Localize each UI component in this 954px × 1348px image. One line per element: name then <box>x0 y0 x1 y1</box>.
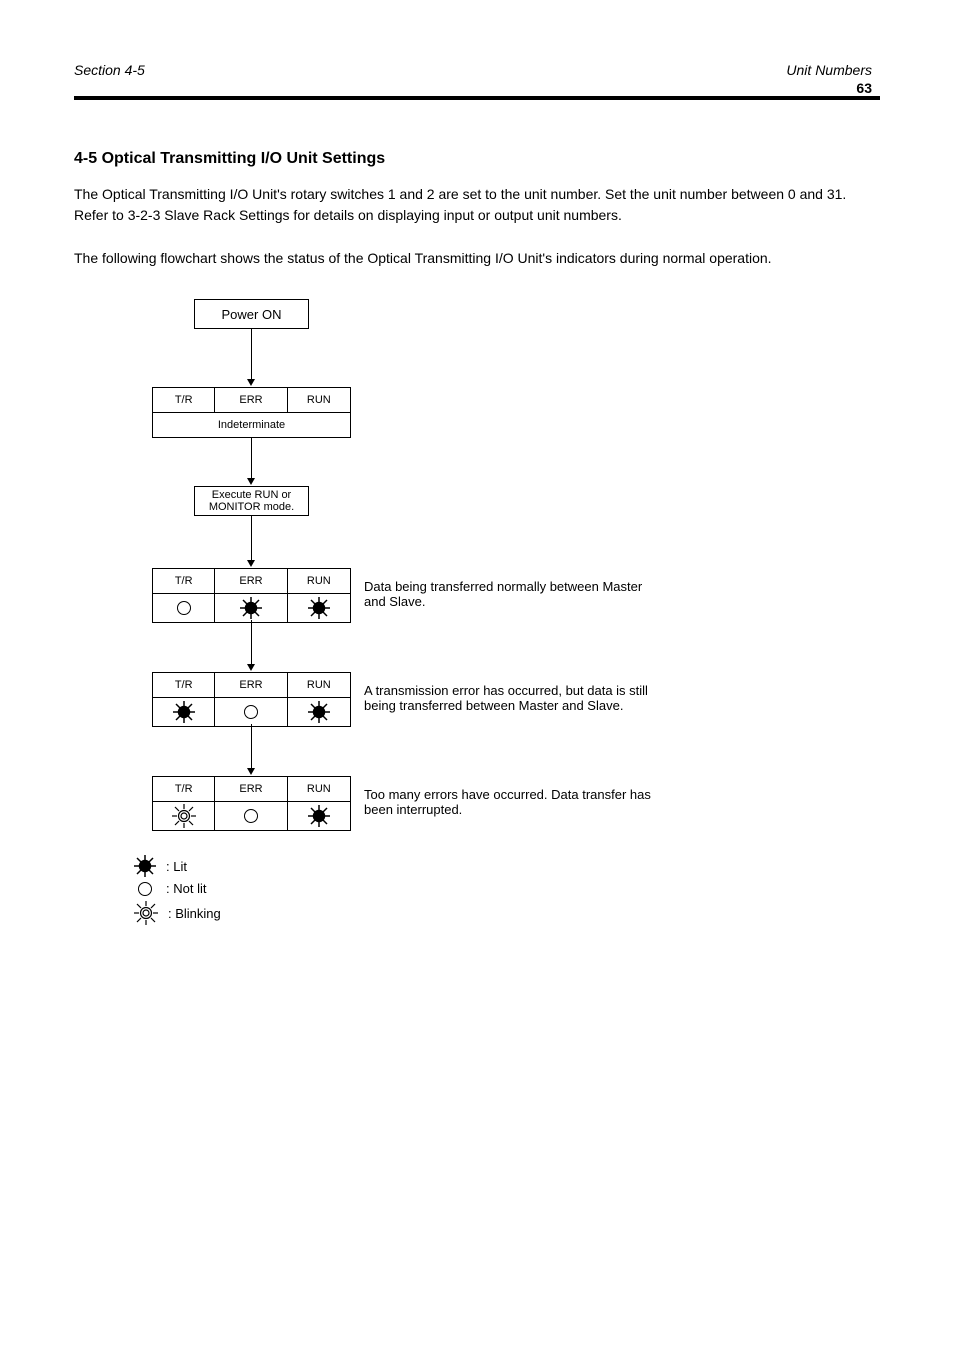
page-number: 63 <box>856 80 872 96</box>
arrow-head-icon <box>247 379 255 386</box>
page-heading: 4-5 Optical Transmitting I/O Unit Settin… <box>74 150 880 168</box>
led-on-icon <box>134 855 156 877</box>
t3-c3: RUN <box>288 673 350 697</box>
flow-side-4: Too many errors have occurred. Data tran… <box>364 787 651 817</box>
flow-run-box: Execute RUN or MONITOR mode. <box>194 486 309 516</box>
t3-i1 <box>153 698 215 726</box>
legend-off-label: : Not lit <box>166 881 206 896</box>
t4-c1: T/R <box>153 777 215 801</box>
flow-side-2: Data being transferred normally between … <box>364 579 642 609</box>
t3-i2 <box>215 698 287 726</box>
legend-on-label: : Lit <box>166 859 187 874</box>
t4-i1 <box>153 802 215 830</box>
led-on-icon <box>240 597 262 619</box>
led-on-icon <box>308 701 330 723</box>
t2-i1 <box>153 594 215 622</box>
t2-c1: T/R <box>153 569 215 593</box>
led-blink-icon <box>172 804 196 828</box>
flow-table-2: T/R ERR RUN <box>152 568 351 623</box>
flow-side-3: A transmission error has occurred, but d… <box>364 683 648 713</box>
header-right: Unit Numbers <box>786 62 872 78</box>
t4-i2 <box>215 802 287 830</box>
arrow <box>251 516 252 562</box>
led-on-icon <box>173 701 195 723</box>
arrow <box>251 724 252 770</box>
header-section: Section 4-5 <box>74 62 880 78</box>
t3-c2: ERR <box>215 673 287 697</box>
t3-i3 <box>288 698 350 726</box>
t4-c2: ERR <box>215 777 287 801</box>
legend-off: : Not lit <box>134 881 206 896</box>
flow-power-on-label: Power ON <box>222 307 282 322</box>
flow-table-4: T/R ERR RUN <box>152 776 351 831</box>
t1-c2: ERR <box>215 388 287 412</box>
t1-indeterminate: Indeterminate <box>153 413 350 437</box>
arrow <box>251 620 252 666</box>
arrow-head-icon <box>247 768 255 775</box>
t3-c1: T/R <box>153 673 215 697</box>
led-on-icon <box>308 597 330 619</box>
arrow <box>251 329 252 381</box>
t4-i3 <box>288 802 350 830</box>
flow-power-on-box: Power ON <box>194 299 309 329</box>
led-off-icon <box>244 705 258 719</box>
t2-i3 <box>288 594 350 622</box>
legend-on: : Lit <box>134 855 187 877</box>
arrow-head-icon <box>247 664 255 671</box>
arrow <box>251 437 252 480</box>
t1-c1: T/R <box>153 388 215 412</box>
led-on-icon <box>308 805 330 827</box>
arrow-head-icon <box>247 560 255 567</box>
t1-c3: RUN <box>288 388 350 412</box>
t2-c2: ERR <box>215 569 287 593</box>
legend-blink: : Blinking <box>134 901 221 925</box>
t2-c3: RUN <box>288 569 350 593</box>
led-off-icon <box>244 809 258 823</box>
intro-text: The Optical Transmitting I/O Unit's rota… <box>74 184 880 226</box>
legend-blink-label: : Blinking <box>168 906 221 921</box>
t2-i2 <box>215 594 287 622</box>
flow-intro-text: The following flowchart shows the status… <box>74 248 880 269</box>
t4-c3: RUN <box>288 777 350 801</box>
header-rule <box>74 96 880 100</box>
flow-run-label: Execute RUN or MONITOR mode. <box>195 489 308 513</box>
led-off-icon <box>138 882 152 896</box>
led-off-icon <box>177 601 191 615</box>
flow-table-3: T/R ERR RUN <box>152 672 351 727</box>
arrow-head-icon <box>247 478 255 485</box>
led-blink-icon <box>134 901 158 925</box>
flow-table-1: T/R ERR RUN Indeterminate <box>152 387 351 438</box>
